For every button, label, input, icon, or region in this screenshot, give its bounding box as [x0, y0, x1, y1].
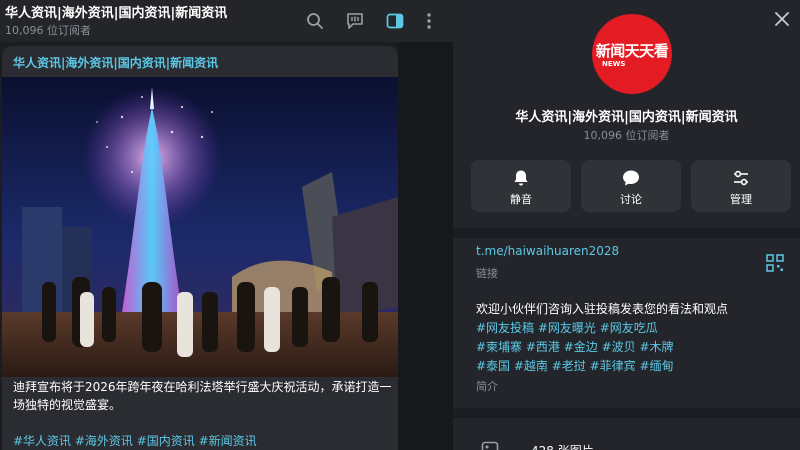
- post-hashtags[interactable]: #华人资讯 #海外资讯 #国内资讯 #新闻资讯: [13, 432, 257, 449]
- settings-sliders-icon: [734, 170, 748, 186]
- more-vertical-icon[interactable]: [417, 9, 441, 33]
- description-caption: 简介: [476, 380, 498, 393]
- chat-pane: 华人资讯|海外资讯|国内资讯|新闻资讯 10,096 位订阅者 华人资讯|海外资…: [0, 0, 453, 450]
- bell-icon: [514, 170, 528, 186]
- channel-name: 华人资讯|海外资讯|国内资讯|新闻资讯: [515, 110, 738, 125]
- section-divider-2: [453, 408, 800, 418]
- channel-subscriber-count: 10,096 位订阅者: [583, 129, 670, 142]
- channel-avatar[interactable]: 新闻天天看 NEWS: [592, 14, 672, 94]
- discuss-button[interactable]: 讨论: [581, 160, 681, 212]
- section-divider: [453, 228, 800, 238]
- channel-link[interactable]: t.me/haiwaihuaren2028: [476, 244, 619, 258]
- mute-label: 静音: [510, 193, 532, 206]
- mute-button[interactable]: 静音: [471, 160, 571, 212]
- photo-icon: [481, 441, 499, 450]
- post-channel-name[interactable]: 华人资讯|海外资讯|国内资讯|新闻资讯: [13, 54, 218, 71]
- qr-code-icon[interactable]: [766, 254, 784, 272]
- chat-subscriber-count: 10,096 位订阅者: [5, 24, 91, 37]
- post-text: 迪拜宣布将于2026年跨年夜在哈利法塔举行盛大庆祝活动，承诺打造一场独特的视觉盛…: [13, 380, 392, 412]
- manage-label: 管理: [730, 193, 752, 206]
- media-photos-row[interactable]: 428 张图片: [453, 430, 800, 450]
- post-photo[interactable]: [2, 77, 398, 377]
- link-caption: 链接: [476, 267, 498, 280]
- manage-button[interactable]: 管理: [691, 160, 791, 212]
- chat-background: [398, 42, 453, 450]
- chat-bubble-icon: [623, 170, 639, 186]
- live-chat-icon[interactable]: [343, 9, 367, 33]
- description-hashtags-3[interactable]: #泰国 #越南 #老挝 #菲律宾 #缅甸: [476, 357, 776, 374]
- media-photos-label: 428 张图片: [531, 442, 594, 450]
- discuss-label: 讨论: [620, 193, 642, 206]
- chat-header[interactable]: 华人资讯|海外资讯|国内资讯|新闻资讯 10,096 位订阅者: [0, 0, 453, 42]
- description-hashtags-1[interactable]: #网友投稿 #网友曝光 #网友吃瓜: [476, 319, 776, 336]
- chat-title[interactable]: 华人资讯|海外资讯|国内资讯|新闻资讯: [5, 2, 227, 21]
- sidebar-toggle-icon[interactable]: [383, 9, 407, 33]
- channel-info-panel: 新闻天天看 NEWS 华人资讯|海外资讯|国内资讯|新闻资讯 10,096 位订…: [453, 0, 800, 450]
- close-icon[interactable]: [771, 8, 793, 30]
- channel-post[interactable]: 华人资讯|海外资讯|国内资讯|新闻资讯 迪拜宣布将于2026年跨年夜在哈利法塔举…: [2, 46, 398, 450]
- search-icon[interactable]: [303, 9, 327, 33]
- channel-description: 欢迎小伙伴们咨询入驻投稿发表您的看法和观点: [476, 302, 729, 316]
- avatar-logo-subtext: NEWS: [602, 60, 626, 68]
- avatar-logo-text: 新闻天天看: [595, 42, 669, 60]
- description-hashtags-2[interactable]: #柬埔寨 #西港 #金边 #波贝 #木牌: [476, 338, 776, 355]
